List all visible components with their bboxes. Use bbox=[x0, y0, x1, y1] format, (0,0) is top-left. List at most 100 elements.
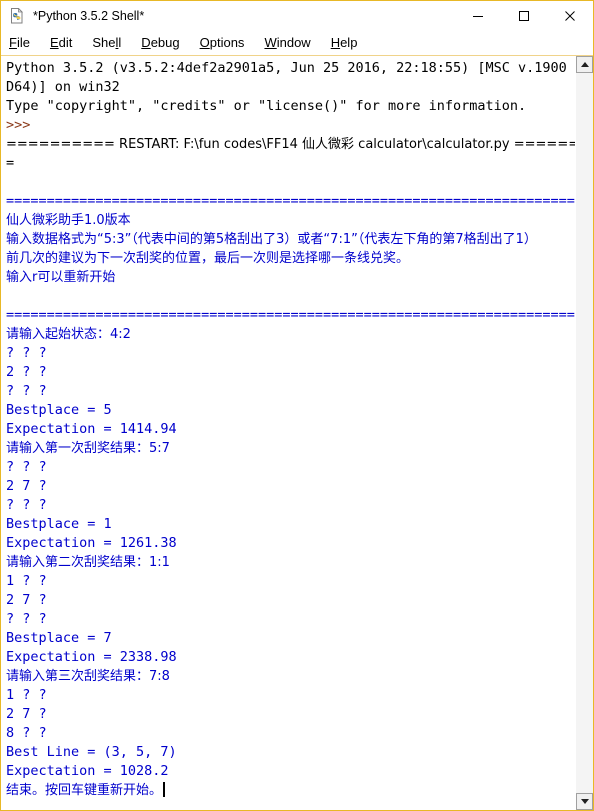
menu-item-debug[interactable]: Debug bbox=[141, 35, 189, 50]
shell-line: Python 3.5.2 (v3.5.2:4def2a2901a5, Jun 2… bbox=[6, 59, 575, 78]
shell-line: 前几次的建议为下一次刮奖的位置，最后一次则是选择哪一条线兑奖。 bbox=[6, 249, 575, 268]
shell-line-text: Python 3.5.2 (v3.5.2:4def2a2901a5, Jun 2… bbox=[6, 60, 575, 76]
menu-item-options[interactable]: Options bbox=[200, 35, 255, 50]
shell-line: Expectation = 1414.94 bbox=[6, 420, 575, 439]
menu-accelerator: W bbox=[264, 35, 277, 50]
shell-line-text: ? ? ? bbox=[6, 345, 47, 361]
shell-line-text: Expectation = 2338.98 bbox=[6, 649, 177, 665]
shell-line: 请输入起始状态：4:2 bbox=[6, 325, 575, 344]
idle-shell-window: *Python 3.5.2 Shell* File Edit Shell Debug O… bbox=[0, 0, 594, 811]
shell-line-text: 2 7 ? bbox=[6, 706, 47, 722]
shell-line-text: 输入r可以重新开始 bbox=[6, 270, 116, 285]
shell-line-text: 2 7 ? bbox=[6, 592, 47, 608]
shell-line-text: ========== RESTART: F:\fun codes\FF14 仙人… bbox=[6, 137, 575, 152]
shell-line-text: ? ? ? bbox=[6, 459, 47, 475]
shell-line: 1 ? ? bbox=[6, 686, 575, 705]
shell-line-text: 前几次的建议为下一次刮奖的位置，最后一次则是选择哪一条线兑奖。 bbox=[6, 251, 410, 266]
python-file-icon bbox=[9, 7, 25, 24]
shell-content: Python 3.5.2 (v3.5.2:4def2a2901a5, Jun 2… bbox=[1, 56, 593, 810]
shell-line-text: 8 ? ? bbox=[6, 725, 47, 741]
title-bar[interactable]: *Python 3.5.2 Shell* bbox=[1, 1, 593, 30]
shell-line-text: 2 ? ? bbox=[6, 364, 47, 380]
shell-line-text: Expectation = 1414.94 bbox=[6, 421, 177, 437]
vertical-scrollbar[interactable] bbox=[575, 56, 593, 810]
shell-line: Bestplace = 1 bbox=[6, 515, 575, 534]
shell-line: Type "copyright", "credits" or "license(… bbox=[6, 97, 575, 116]
shell-line: ? ? ? bbox=[6, 496, 575, 515]
title-bar-left: *Python 3.5.2 Shell* bbox=[1, 7, 145, 24]
shell-line: ? ? ? bbox=[6, 382, 575, 401]
shell-line-text: Expectation = 1028.2 bbox=[6, 763, 169, 779]
shell-line: 输入r可以重新开始 bbox=[6, 268, 575, 287]
shell-line-text: 1 ? ? bbox=[6, 687, 47, 703]
menu-accelerator: O bbox=[199, 35, 210, 50]
shell-line-text: ========================================… bbox=[6, 307, 575, 323]
window-title: *Python 3.5.2 Shell* bbox=[33, 8, 145, 23]
scrollbar-track[interactable] bbox=[576, 73, 593, 793]
text-caret bbox=[163, 782, 166, 797]
shell-line: Bestplace = 5 bbox=[6, 401, 575, 420]
shell-line: Expectation = 2338.98 bbox=[6, 648, 575, 667]
shell-line: ? ? ? bbox=[6, 458, 575, 477]
minimize-button[interactable] bbox=[455, 1, 501, 30]
shell-line: 请输入第三次刮奖结果：7:8 bbox=[6, 667, 575, 686]
menu-bar: File Edit Shell Debug Options Window Help bbox=[1, 30, 593, 56]
shell-line: 1 ? ? bbox=[6, 572, 575, 591]
shell-line: Bestplace = 7 bbox=[6, 629, 575, 648]
menu-accelerator: l bbox=[115, 35, 119, 50]
shell-line: 请输入第二次刮奖结果：1:1 bbox=[6, 553, 575, 572]
menu-item-file[interactable]: File bbox=[9, 35, 40, 50]
shell-line: Expectation = 1261.38 bbox=[6, 534, 575, 553]
menu-accelerator: D bbox=[141, 35, 151, 50]
shell-line-text: ? ? ? bbox=[6, 383, 47, 399]
shell-line-text: 请输入第二次刮奖结果：1:1 bbox=[6, 555, 170, 570]
shell-line: ? ? ? bbox=[6, 610, 575, 629]
shell-line: Best Line = (3, 5, 7) bbox=[6, 743, 575, 762]
shell-line-text: Type "copyright", "credits" or "license(… bbox=[6, 98, 527, 114]
shell-line-text: 结束。按回车键重新开始。 bbox=[6, 783, 163, 798]
shell-line: 2 ? ? bbox=[6, 363, 575, 382]
shell-line: ========================================… bbox=[6, 306, 575, 325]
menu-accelerator: F bbox=[9, 35, 17, 50]
scroll-up-icon[interactable] bbox=[576, 56, 593, 73]
shell-line-text: >>> bbox=[6, 117, 31, 133]
shell-line: = bbox=[6, 154, 575, 173]
shell-line-text: = bbox=[6, 155, 15, 171]
scroll-down-icon[interactable] bbox=[576, 793, 593, 810]
shell-line-text: 输入数据格式为“5:3”（代表中间的第5格刮出了3）或者“7:1”（代表左下角的… bbox=[6, 232, 537, 247]
menu-item-window[interactable]: Window bbox=[264, 35, 320, 50]
shell-line-text: 请输入起始状态：4:2 bbox=[6, 327, 131, 342]
shell-line: D64)] on win32 bbox=[6, 78, 575, 97]
shell-line-text: 1 ? ? bbox=[6, 573, 47, 589]
shell-line: 2 7 ? bbox=[6, 477, 575, 496]
shell-text-output[interactable]: Python 3.5.2 (v3.5.2:4def2a2901a5, Jun 2… bbox=[1, 56, 575, 810]
shell-line-text: ? ? ? bbox=[6, 611, 47, 627]
shell-line-text: Bestplace = 7 bbox=[6, 630, 112, 646]
menu-item-shell[interactable]: Shell bbox=[92, 35, 131, 50]
shell-line: >>> bbox=[6, 116, 575, 135]
shell-line-text: ? ? ? bbox=[6, 497, 47, 513]
shell-line: 结束。按回车键重新开始。 bbox=[6, 781, 575, 800]
shell-line-text: D64)] on win32 bbox=[6, 79, 120, 95]
shell-line-text: 请输入第三次刮奖结果：7:8 bbox=[6, 669, 170, 684]
shell-line: ========== RESTART: F:\fun codes\FF14 仙人… bbox=[6, 135, 575, 154]
close-button[interactable] bbox=[547, 1, 593, 30]
shell-line-text: 请输入第一次刮奖结果：5:7 bbox=[6, 441, 170, 456]
shell-line-text: Expectation = 1261.38 bbox=[6, 535, 177, 551]
shell-line: 输入数据格式为“5:3”（代表中间的第5格刮出了3）或者“7:1”（代表左下角的… bbox=[6, 230, 575, 249]
menu-item-help[interactable]: Help bbox=[331, 35, 368, 50]
menu-accelerator: H bbox=[330, 35, 341, 50]
shell-line: 仙人微彩助手1.0版本 bbox=[6, 211, 575, 230]
menu-accelerator: E bbox=[49, 35, 59, 50]
menu-item-edit[interactable]: Edit bbox=[50, 35, 82, 50]
shell-line: 8 ? ? bbox=[6, 724, 575, 743]
shell-line-text: 仙人微彩助手1.0版本 bbox=[6, 213, 131, 228]
shell-line: Expectation = 1028.2 bbox=[6, 762, 575, 781]
shell-line-text: Bestplace = 5 bbox=[6, 402, 112, 418]
shell-line-text: Best Line = (3, 5, 7) bbox=[6, 744, 177, 760]
shell-line-text: Bestplace = 1 bbox=[6, 516, 112, 532]
maximize-button[interactable] bbox=[501, 1, 547, 30]
window-controls bbox=[455, 1, 593, 30]
